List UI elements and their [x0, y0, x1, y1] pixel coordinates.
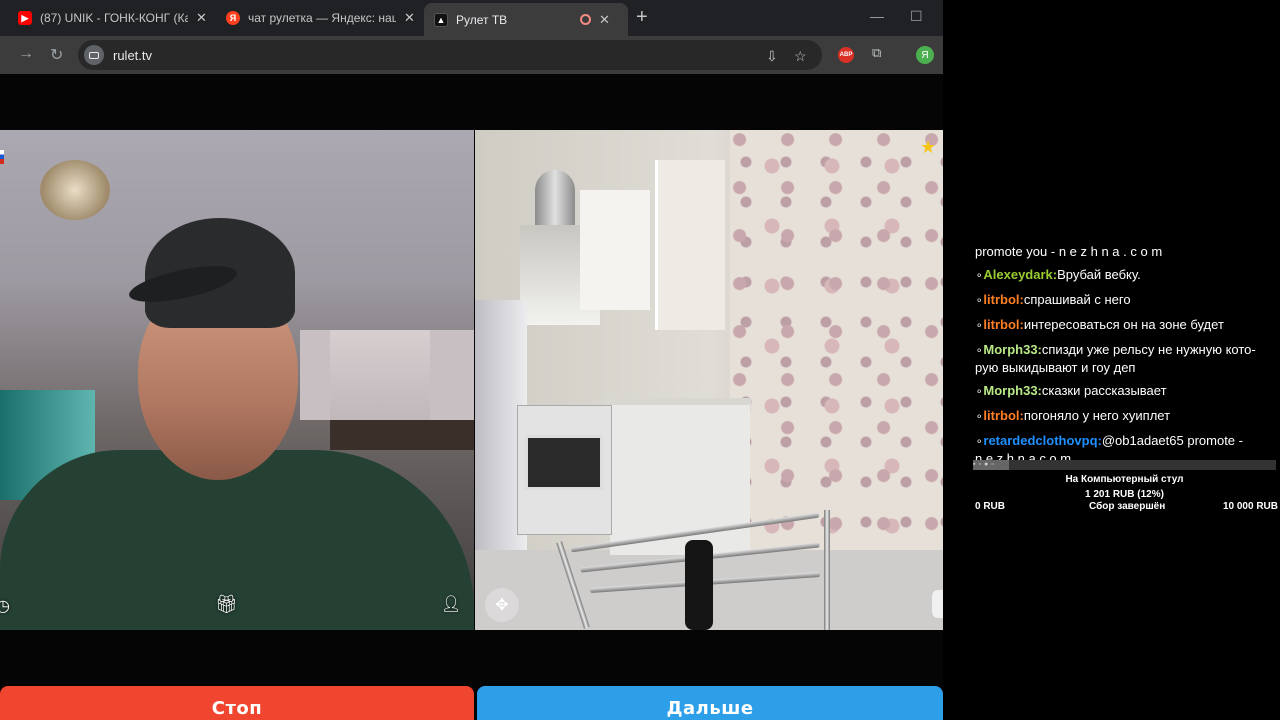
- chat-nick: litrbol:: [983, 408, 1024, 423]
- avatar[interactable]: Я: [916, 46, 934, 64]
- message-text: спрашивай с него: [1023, 292, 1131, 307]
- browser-window: ▶ (87) UNIK - ГОНК-КОНГ (Казахстан... ✕ …: [0, 0, 943, 720]
- forward-icon[interactable]: →: [18, 45, 34, 63]
- chat-message: ⚬Alexeydark:Врубай вебку.: [975, 267, 1141, 282]
- star-icon[interactable]: ★: [920, 137, 936, 158]
- goal-max: 10 000 RUB: [1222, 501, 1278, 512]
- site-info-icon[interactable]: [84, 45, 104, 65]
- address-bar[interactable]: rulet.tv ⇩ ☆: [78, 40, 822, 70]
- chat-message: ⚬Morph33:сказки рассказывает: [975, 383, 1167, 398]
- chat-nick: retardedclothovpq:: [983, 433, 1102, 448]
- stop-button[interactable]: Стоп: [0, 686, 474, 720]
- message-text: Врубай вебку.: [1057, 267, 1141, 282]
- message-text: promote you - n e z h n a . c o m: [975, 244, 1163, 259]
- bookmark-star-icon[interactable]: ☆: [794, 48, 807, 65]
- close-icon[interactable]: ✕: [404, 10, 415, 26]
- chair: [556, 510, 830, 630]
- tab-yandex[interactable]: Я чат рулетка — Яндекс: нашлось... ✕: [216, 4, 425, 32]
- side-panel-toggle[interactable]: [932, 590, 943, 618]
- tab-rulet-tv[interactable]: ▲ Рулет ТВ ✕: [424, 3, 628, 36]
- yandex-icon: Я: [226, 11, 240, 25]
- chat-nick: Alexeydark:: [983, 267, 1058, 282]
- new-tab-button[interactable]: +: [636, 6, 648, 29]
- message-text: сказки рассказывает: [1041, 383, 1167, 398]
- install-app-icon[interactable]: ⇩: [766, 48, 778, 65]
- next-button[interactable]: Дальше: [477, 686, 943, 720]
- stream-chat-overlay: promote you - n e z h n a . c o m ⚬Alexe…: [943, 0, 1280, 720]
- chat-message: ⚬litrbol:интересоваться он на зоне будет: [975, 317, 1224, 332]
- message-text: погоняло у него хуиплет: [1023, 408, 1171, 423]
- close-icon[interactable]: ✕: [599, 12, 610, 28]
- chat-nick: Morph33:: [983, 383, 1042, 398]
- chat-nick: litrbol:: [983, 292, 1024, 307]
- user-icon[interactable]: 👤︎: [441, 594, 461, 614]
- chandelier: [40, 160, 110, 220]
- donation-goal-title: На Компьютерный стул: [1065, 474, 1184, 485]
- chat-message: ⚬litrbol:погоняло у него хуиплет: [975, 408, 1171, 423]
- goal-min: 0 RUB: [975, 501, 1006, 512]
- gift-icon[interactable]: 🎁︎: [215, 594, 238, 615]
- rulet-tv-icon: ▲: [434, 12, 448, 27]
- youtube-icon: ▶: [18, 11, 32, 25]
- tab-title: чат рулетка — Яндекс: нашлось...: [248, 11, 396, 25]
- browser-toolbar: → ↻ rulet.tv ⇩ ☆ ABP ⧉ Я: [0, 36, 943, 74]
- chat-message: promote you - n e z h n a . c o m: [975, 244, 1275, 260]
- chat-message: ⚬litrbol:спрашивай с него: [975, 292, 1131, 307]
- chat-messages: promote you - n e z h n a . c o m ⚬Alexe…: [975, 244, 1275, 474]
- tab-title: (87) UNIK - ГОНК-КОНГ (Казахстан...: [40, 11, 188, 25]
- chat-message: ⚬Morph33:спизди уже рельсу не нужную кот…: [975, 342, 1256, 375]
- close-icon[interactable]: ✕: [196, 10, 207, 26]
- tab-youtube[interactable]: ▶ (87) UNIK - ГОНК-КОНГ (Казахстан... ✕: [8, 4, 217, 32]
- chat-nick: Morph33:: [983, 342, 1042, 357]
- tab-bar: ▶ (87) UNIK - ГОНК-КОНГ (Казахстан... ✕ …: [0, 0, 943, 36]
- goal-status: Сбор завершён: [1089, 501, 1166, 512]
- recording-icon: [580, 14, 591, 25]
- partner-video: [475, 130, 943, 630]
- gamepad-icon[interactable]: ✥: [485, 588, 519, 622]
- adblock-icon[interactable]: ABP: [838, 47, 854, 63]
- donation-goal-bar: [973, 460, 1276, 470]
- maximize-icon[interactable]: ☐: [910, 8, 923, 25]
- clock-icon[interactable]: ◷: [0, 596, 10, 616]
- extensions-icon[interactable]: ⧉: [872, 45, 881, 61]
- goal-icons: ▪▫●▫: [973, 461, 997, 468]
- chat-nick: litrbol:: [983, 317, 1024, 332]
- minimize-icon[interactable]: —: [870, 8, 884, 24]
- donation-goal-amount: 1 201 RUB (12%): [1085, 489, 1164, 500]
- url-text: rulet.tv: [113, 48, 153, 63]
- message-text: интересоваться он на зоне будет: [1023, 317, 1224, 332]
- my-camera-video: [0, 130, 474, 630]
- reload-icon[interactable]: ↻: [50, 45, 63, 65]
- tab-title: Рулет ТВ: [456, 12, 508, 27]
- russia-flag-icon: [0, 150, 4, 164]
